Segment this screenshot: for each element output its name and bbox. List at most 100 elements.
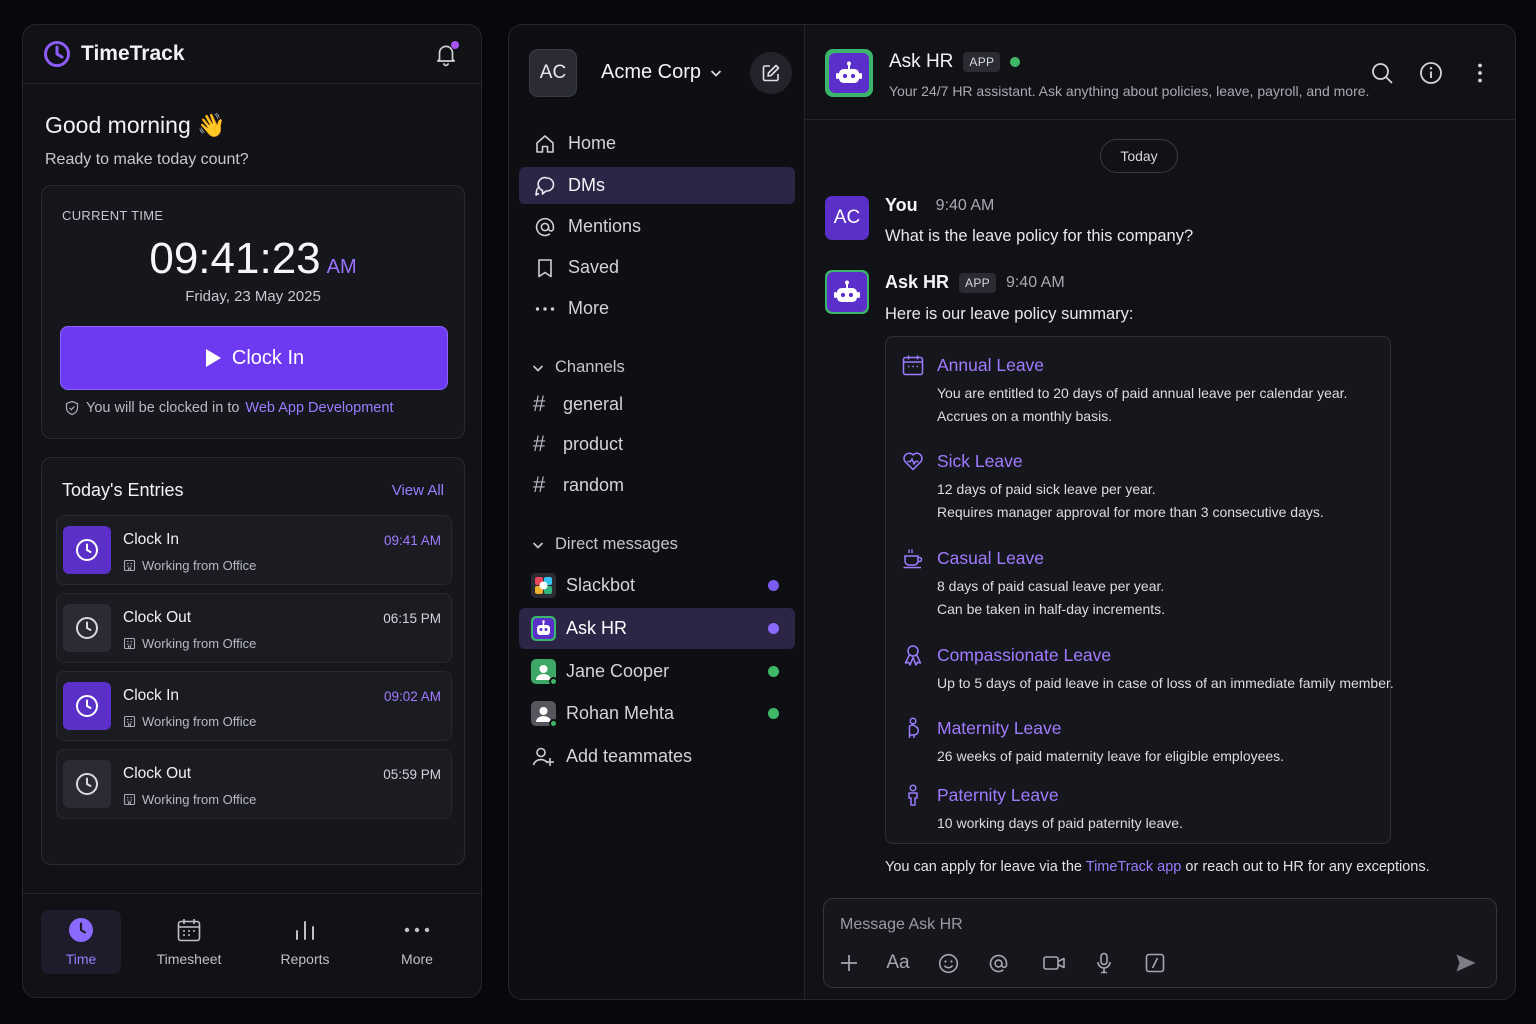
sidebar-item-more[interactable]: More <box>519 290 795 327</box>
search-button[interactable] <box>1370 61 1394 85</box>
dm-slackbot[interactable]: Slackbot <box>519 565 795 606</box>
dms-label: Direct messages <box>555 535 678 553</box>
dm-rohan-mehta[interactable]: Rohan Mehta <box>519 693 795 734</box>
policy-line: 26 weeks of paid maternity leave for eli… <box>937 748 1285 764</box>
dm-jane-cooper[interactable]: Jane Cooper <box>519 651 795 692</box>
policy-description: 12 days of paid sick leave per year. Req… <box>937 478 1324 524</box>
voice-button[interactable] <box>1094 951 1114 975</box>
dm-ask-hr[interactable]: Ask HR <box>519 608 795 649</box>
view-all-link[interactable]: View All <box>392 482 444 499</box>
avatar[interactable]: AC <box>825 196 869 240</box>
dm-name: Ask HR <box>566 618 628 638</box>
footer-suffix: or reach out to HR for any exceptions. <box>1185 859 1430 875</box>
channel-product[interactable]: # product <box>533 431 623 457</box>
clock-icon <box>68 917 94 943</box>
entry-location: Working from Office <box>142 714 257 729</box>
timetrack-app-link[interactable]: TimeTrack app <box>1086 859 1182 875</box>
workspace-sidebar: AC Acme Corp Home DMs Mentions Saved Mor… <box>508 24 804 1000</box>
compose-icon <box>761 63 781 83</box>
robot-icon[interactable] <box>825 270 869 314</box>
nav-label: Timesheet <box>156 951 222 967</box>
format-button[interactable]: Aa <box>884 951 912 975</box>
nav-reports[interactable]: Reports <box>265 910 345 974</box>
info-button[interactable] <box>1419 61 1443 85</box>
clock-in-button[interactable]: Clock In <box>60 326 448 390</box>
message-author[interactable]: Ask HR <box>885 272 949 293</box>
brand: TimeTrack <box>43 40 185 68</box>
robot-icon <box>825 49 873 97</box>
channels-section-toggle[interactable]: Channels <box>531 358 625 377</box>
building-icon <box>123 793 136 806</box>
app-badge: APP <box>959 272 996 293</box>
entry-subtitle: Working from Office <box>123 636 256 651</box>
entry-row[interactable]: Clock Out Working from Office 06:15 PM <box>56 593 452 663</box>
sidebar-item-saved[interactable]: Saved <box>519 249 795 286</box>
policy-title: Maternity Leave <box>937 718 1062 738</box>
sidebar-item-dms[interactable]: DMs <box>519 167 795 204</box>
entries-title: Today's Entries <box>62 480 184 500</box>
dm-name: Slackbot <box>566 575 636 595</box>
chevron-down-icon <box>531 538 545 552</box>
add-user-icon <box>531 744 556 769</box>
nav-timesheet[interactable]: Timesheet <box>149 910 229 974</box>
current-time-label: CURRENT TIME <box>62 208 164 223</box>
chat-bubbles-icon <box>534 175 556 197</box>
policy-line: Requires manager approval for more than … <box>937 504 1324 520</box>
entry-subtitle: Working from Office <box>123 558 256 573</box>
message-composer[interactable]: Message Ask HR Aa <box>823 898 1497 988</box>
emoji-button[interactable] <box>937 951 959 975</box>
nav-more[interactable]: More <box>377 910 457 974</box>
time-value: 09:41:23 <box>149 234 321 283</box>
entry-title: Clock Out <box>123 765 192 782</box>
dms-section-toggle[interactable]: Direct messages <box>531 535 678 554</box>
sidebar-item-label: Saved <box>568 257 620 277</box>
workspace-avatar[interactable]: AC <box>529 49 577 97</box>
more-options-button[interactable] <box>1468 61 1492 85</box>
message-input[interactable]: Message Ask HR <box>840 916 963 934</box>
policy-title: Casual Leave <box>937 548 1045 568</box>
timetrack-logo-icon <box>43 40 71 68</box>
mention-button[interactable] <box>987 951 1009 975</box>
sidebar-item-mentions[interactable]: Mentions <box>519 208 795 245</box>
entry-row[interactable]: Clock Out Working from Office 05:59 PM <box>56 749 452 819</box>
sidebar-item-home[interactable]: Home <box>519 125 795 162</box>
compose-button[interactable] <box>750 52 792 94</box>
policy-line: Accrues on a monthly basis. <box>937 408 1113 424</box>
add-teammates-button[interactable]: Add teammates <box>519 736 795 777</box>
clock-icon <box>63 760 111 808</box>
notifications-button[interactable] <box>433 41 459 67</box>
policy-line: 12 days of paid sick leave per year. <box>937 481 1156 497</box>
entry-time: 09:02 AM <box>383 689 441 704</box>
workspace-switcher[interactable]: Acme Corp <box>601 61 723 84</box>
date-divider: Today <box>1100 139 1178 173</box>
nav-time[interactable]: Time <box>41 910 121 974</box>
entry-row[interactable]: Clock In Working from Office 09:41 AM <box>56 515 452 585</box>
current-date: Friday, 23 May 2025 <box>185 288 321 305</box>
send-button[interactable] <box>1454 951 1478 975</box>
current-time-card: CURRENT TIME 09:41:23 AM Friday, 23 May 2… <box>41 185 465 439</box>
dm-name: Rohan Mehta <box>566 703 675 723</box>
entry-time: 09:41 AM <box>383 533 441 548</box>
channels-label: Channels <box>555 358 625 376</box>
project-link[interactable]: Web App Development <box>245 400 393 416</box>
play-icon <box>204 348 222 368</box>
more-dots-icon <box>534 298 556 320</box>
message-author[interactable]: You <box>885 195 918 216</box>
workspace-name: Acme Corp <box>601 61 702 83</box>
policy-line: 8 days of paid casual leave per year. <box>937 578 1165 594</box>
microphone-icon <box>1095 952 1113 974</box>
building-icon <box>123 715 136 728</box>
todays-entries-card: Today's Entries View All Clock In Workin… <box>41 457 465 865</box>
video-button[interactable] <box>1042 951 1066 975</box>
entry-row[interactable]: Clock In Working from Office 09:02 AM <box>56 671 452 741</box>
message-footer-text: You can apply for leave via the TimeTrac… <box>885 859 1430 875</box>
channel-random[interactable]: # random <box>533 472 624 498</box>
bottom-nav: Time Timesheet Reports More <box>23 893 481 997</box>
chat-name: Ask HR <box>889 51 954 72</box>
more-vertical-icon <box>1468 61 1492 85</box>
attach-button[interactable] <box>838 951 860 975</box>
online-indicator <box>549 719 558 728</box>
format-label: Aa <box>886 952 910 973</box>
channel-general[interactable]: # general <box>533 391 623 417</box>
slash-command-button[interactable] <box>1144 951 1166 975</box>
